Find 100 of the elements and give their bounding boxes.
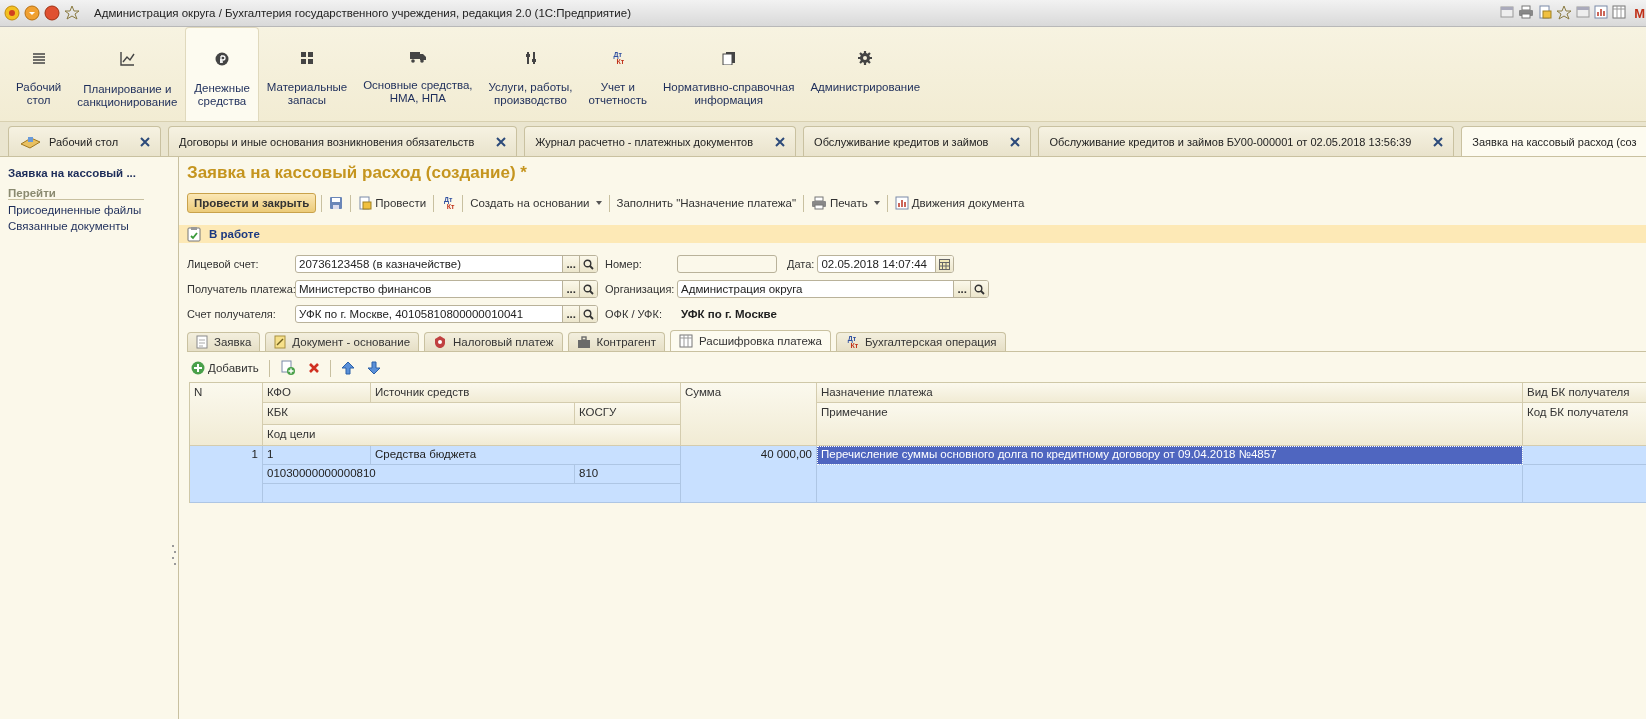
briefcase-icon <box>576 335 591 349</box>
document-icon[interactable] <box>1538 5 1553 19</box>
gear-icon <box>858 51 873 65</box>
post-and-close-button[interactable]: Провести и закрыть <box>187 193 317 213</box>
table-cell: 1 <box>263 446 371 465</box>
date-field[interactable]: 02.05.2018 14:07:44 <box>817 255 955 273</box>
report-icon <box>894 196 909 210</box>
note-icon <box>274 335 287 349</box>
choose-button[interactable]: ... <box>562 306 579 322</box>
delete-icon <box>307 362 320 374</box>
star-icon[interactable] <box>64 5 80 21</box>
column-header[interactable]: КОСГУ <box>575 403 681 425</box>
toolbar-button[interactable]: Провести <box>356 196 429 210</box>
toolbar-button[interactable]: Движения документа <box>892 196 1027 210</box>
window-title: Администрация округа / Бухгалтерия государственного учреждения, редакция 2.0 (1С:Предприятие) <box>94 7 631 19</box>
report-icon[interactable] <box>1594 5 1609 19</box>
window-tab[interactable]: Рабочий стол <box>8 126 162 156</box>
column-header[interactable]: Вид БК получателя <box>1523 383 1646 403</box>
section-tab[interactable]: Услуги, работы, производство <box>480 27 581 121</box>
input-field[interactable]: 20736123458 (в казначействе) ... <box>295 255 598 273</box>
window-button[interactable]: М <box>1634 5 1645 21</box>
section-tab[interactable]: Денежные средства <box>185 27 259 121</box>
field-label: Получатель платежа: <box>187 283 295 295</box>
column-header[interactable]: КБК <box>263 403 575 425</box>
splitter-grip-icon[interactable] <box>172 545 176 565</box>
emblem-icon <box>433 335 448 349</box>
star-icon[interactable] <box>1556 5 1573 21</box>
logo-icon[interactable] <box>4 5 20 21</box>
toolbar-button[interactable]: Печать <box>809 196 882 210</box>
table-cell: Средства бюджета <box>371 446 681 465</box>
section-tab[interactable]: Планирование и санкционирование <box>69 27 186 121</box>
choose-button[interactable]: ... <box>562 281 579 297</box>
toolbar-button[interactable]: Создать на основании <box>468 197 604 209</box>
form-tab[interactable]: Заявка <box>187 332 261 351</box>
table-cell: 810 <box>575 465 681 484</box>
column-header[interactable]: N <box>190 383 263 446</box>
sidebar-link[interactable]: Связанные документы <box>8 220 170 232</box>
column-header[interactable]: Примечание <box>817 403 1523 446</box>
section-tab[interactable]: Администрирование <box>802 27 929 121</box>
field-label: Дата: <box>787 258 815 270</box>
section-tab[interactable]: Материальные запасы <box>258 27 356 121</box>
input-field[interactable]: Администрация округа ... <box>677 280 989 298</box>
window-tab[interactable]: Журнал расчетно - платежных документов <box>524 126 797 156</box>
section-tab[interactable]: Основные средства, НМА, НПА <box>355 27 481 121</box>
field-label: Лицевой счет: <box>187 258 260 270</box>
plus-icon <box>191 361 205 375</box>
table-icon <box>678 334 693 348</box>
search-button[interactable] <box>579 306 597 322</box>
save-icon <box>329 196 344 210</box>
table-cell: 1 <box>190 446 263 503</box>
choose-button[interactable]: ... <box>562 256 579 272</box>
arrow-up-icon <box>340 361 355 375</box>
form-tab[interactable]: Документ - основание <box>265 332 420 351</box>
field-label: Организация: <box>605 283 676 295</box>
input-field[interactable]: УФК по г. Москве, 40105810800000010041 ... <box>295 305 598 323</box>
window-tab[interactable]: Обслуживание кредитов и займов БУ00-000001 от 02.05.2018 13:56:39 <box>1038 126 1455 156</box>
form-title: Заявка на кассовый расход (создание) * <box>187 163 528 183</box>
column-header[interactable]: Сумма <box>681 383 817 446</box>
form-tab[interactable]: Контрагент <box>567 332 665 351</box>
calendar-button[interactable] <box>935 256 954 272</box>
sidebar-group-label: Перейти <box>8 187 144 200</box>
sidebar-link[interactable]: Присоединенные файлы <box>8 204 170 216</box>
sidebar-title: Заявка на кассовый ... <box>8 167 137 179</box>
tools-icon <box>523 51 538 65</box>
clipboard-icon <box>187 226 201 242</box>
field-value: УФК по г. Москве <box>681 308 777 320</box>
column-header[interactable]: Код БК получателя <box>1523 403 1646 446</box>
window-tab[interactable]: Заявка на кассовый расход (соз <box>1461 126 1646 156</box>
column-header[interactable]: Код цели <box>263 425 681 446</box>
input-field[interactable] <box>677 255 777 273</box>
choose-button[interactable]: ... <box>953 281 970 297</box>
printer-icon[interactable] <box>1518 5 1535 19</box>
window-tab[interactable]: Обслуживание кредитов и займов <box>803 126 1032 156</box>
section-tab[interactable]: Рабочий стол <box>8 27 70 121</box>
caret-icon <box>873 201 880 205</box>
arrow-down-icon <box>366 361 381 375</box>
add-button[interactable]: Добавить <box>189 361 261 375</box>
document-icon <box>358 196 373 210</box>
list-icon <box>31 51 46 65</box>
form-tab[interactable]: Расшифровка платежа <box>669 330 831 351</box>
column-header[interactable]: Источник средств <box>371 383 681 403</box>
input-field[interactable]: Министерство финансов ... <box>295 280 598 298</box>
table-cell: Перечисление суммы основного долга по кредитному договору от 09.04.2018 №4857 <box>817 446 1523 465</box>
search-button[interactable] <box>579 256 597 272</box>
grid-icon <box>300 51 314 65</box>
column-header[interactable]: КФО <box>263 383 371 403</box>
section-tab[interactable]: Нормативно-справочная информация <box>655 27 803 121</box>
coin-icon <box>215 52 230 66</box>
field-label: ОФК / УФК: <box>605 308 663 320</box>
search-button[interactable] <box>579 281 597 297</box>
status-label: В работе <box>209 228 260 240</box>
column-header[interactable]: Назначение платежа <box>817 383 1523 403</box>
search-button[interactable] <box>970 281 988 297</box>
documents-icon <box>721 51 736 65</box>
window-tab[interactable]: Договоры и иные основания возникновения обязательств <box>168 126 518 156</box>
chart-icon <box>119 51 136 67</box>
form-tab[interactable]: Налоговый платеж <box>424 332 563 351</box>
toolbar-button[interactable]: Заполнить "Назначение платежа" <box>614 197 798 209</box>
dropdown-icon[interactable] <box>24 5 40 21</box>
document-icon <box>196 335 208 349</box>
